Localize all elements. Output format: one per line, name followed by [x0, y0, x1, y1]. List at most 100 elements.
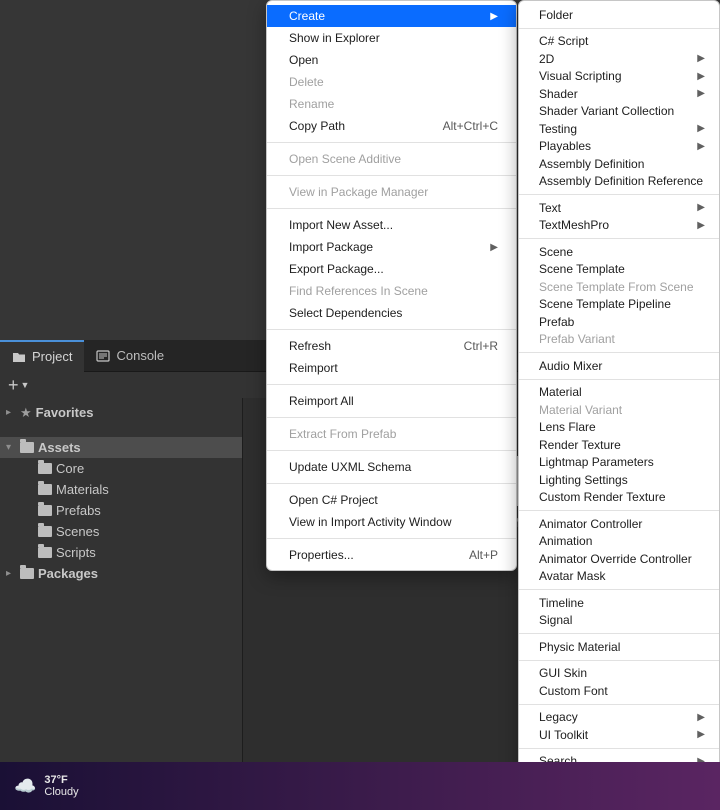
chevron-right-icon: ▶: [697, 712, 705, 723]
menu-item-label: Create: [289, 9, 325, 23]
menu-item[interactable]: Folder: [519, 6, 719, 24]
menu-item-label: Scene Template Pipeline: [539, 297, 671, 311]
menu-item: Material Variant: [519, 401, 719, 419]
menu-item[interactable]: Update UXML Schema: [267, 456, 516, 478]
tree-favorites[interactable]: ▸ ★ Favorites: [0, 402, 242, 423]
menu-item[interactable]: Animation: [519, 533, 719, 551]
menu-item[interactable]: C# Script: [519, 33, 719, 51]
chevron-right-icon: ▶: [490, 242, 498, 253]
menu-item[interactable]: Playables▶: [519, 138, 719, 156]
menu-item[interactable]: Assembly Definition Reference: [519, 173, 719, 191]
chevron-right-icon: ▶: [697, 202, 705, 213]
context-menu: Create▶Show in ExplorerOpenDeleteRenameC…: [266, 0, 517, 571]
tree-item[interactable]: Core: [0, 458, 242, 479]
menu-item[interactable]: Custom Render Texture: [519, 489, 719, 507]
menu-item[interactable]: Legacy▶: [519, 709, 719, 727]
menu-item[interactable]: Avatar Mask: [519, 568, 719, 586]
chevron-right-icon: ▶: [697, 220, 705, 231]
menu-item[interactable]: Lightmap Parameters: [519, 454, 719, 472]
menu-item: Delete: [267, 71, 516, 93]
star-icon: ★: [20, 405, 32, 421]
menu-item[interactable]: Physic Material: [519, 638, 719, 656]
menu-item-label: Properties...: [289, 548, 354, 562]
folder-icon: [38, 526, 52, 537]
create-submenu: FolderC# Script2D▶Visual Scripting▶Shade…: [518, 0, 720, 810]
menu-item-label: C# Script: [539, 34, 588, 48]
menu-item[interactable]: View in Import Activity Window: [267, 511, 516, 533]
menu-item[interactable]: Scene Template Pipeline: [519, 296, 719, 314]
menu-item-label: Testing: [539, 122, 577, 136]
menu-item-label: Text: [539, 201, 561, 215]
menu-item[interactable]: Select Dependencies: [267, 302, 516, 324]
menu-item-label: Custom Font: [539, 684, 608, 698]
menu-item-label: Show in Explorer: [289, 31, 380, 45]
menu-item[interactable]: Create▶: [267, 5, 516, 27]
tab-project[interactable]: Project: [0, 340, 84, 372]
expand-arrow-icon: ▸: [6, 407, 16, 418]
menu-item[interactable]: Scene Template: [519, 261, 719, 279]
taskbar-weather[interactable]: ☁️ 37°F Cloudy: [14, 774, 79, 798]
tree-item[interactable]: Scripts: [0, 542, 242, 563]
menu-item[interactable]: Testing▶: [519, 120, 719, 138]
menu-item-label: Custom Render Texture: [539, 490, 666, 504]
menu-item[interactable]: Visual Scripting▶: [519, 68, 719, 86]
menu-item[interactable]: Import Package▶: [267, 236, 516, 258]
menu-item[interactable]: Export Package...: [267, 258, 516, 280]
menu-item[interactable]: Show in Explorer: [267, 27, 516, 49]
menu-item[interactable]: TextMeshPro▶: [519, 217, 719, 235]
tree-item[interactable]: Prefabs: [0, 500, 242, 521]
add-button[interactable]: + ▼: [8, 375, 29, 396]
tab-console-label: Console: [116, 348, 164, 363]
menu-separator: [519, 633, 719, 634]
menu-item[interactable]: Import New Asset...: [267, 214, 516, 236]
folder-icon: [38, 547, 52, 558]
menu-separator: [519, 194, 719, 195]
menu-item[interactable]: Audio Mixer: [519, 357, 719, 375]
menu-item[interactable]: Render Texture: [519, 436, 719, 454]
menu-item-label: Update UXML Schema: [289, 460, 411, 474]
menu-item: Scene Template From Scene: [519, 278, 719, 296]
chevron-right-icon: ▶: [697, 729, 705, 740]
project-icon: [12, 350, 26, 364]
tree-packages[interactable]: ▸ Packages: [0, 563, 242, 584]
menu-item[interactable]: RefreshCtrl+R: [267, 335, 516, 357]
menu-item[interactable]: 2D▶: [519, 50, 719, 68]
menu-separator: [267, 538, 516, 539]
menu-item[interactable]: Open C# Project: [267, 489, 516, 511]
menu-item[interactable]: Material: [519, 384, 719, 402]
menu-item[interactable]: UI Toolkit▶: [519, 726, 719, 744]
menu-separator: [519, 704, 719, 705]
tab-console[interactable]: Console: [84, 340, 176, 372]
menu-item-label: Visual Scripting: [539, 69, 622, 83]
menu-item[interactable]: Prefab: [519, 313, 719, 331]
tree-item[interactable]: Scenes: [0, 521, 242, 542]
tree-assets[interactable]: ▾ Assets: [0, 437, 242, 458]
menu-item[interactable]: GUI Skin: [519, 665, 719, 683]
menu-item[interactable]: Text ▶: [519, 199, 719, 217]
menu-item[interactable]: Shader▶: [519, 85, 719, 103]
menu-item[interactable]: Copy PathAlt+Ctrl+C: [267, 115, 516, 137]
menu-item[interactable]: Open: [267, 49, 516, 71]
tree-item-label: Core: [56, 461, 84, 476]
menu-item[interactable]: Reimport All: [267, 390, 516, 412]
menu-item-label: Signal: [539, 613, 572, 627]
menu-item[interactable]: Animator Override Controller: [519, 550, 719, 568]
menu-item[interactable]: Reimport: [267, 357, 516, 379]
menu-item[interactable]: Lens Flare: [519, 419, 719, 437]
menu-item[interactable]: Signal: [519, 612, 719, 630]
menu-item[interactable]: Lighting Settings: [519, 471, 719, 489]
menu-item-shortcut: Alt+Ctrl+C: [443, 119, 498, 133]
menu-item[interactable]: Shader Variant Collection: [519, 103, 719, 121]
tree-item-label: Scenes: [56, 524, 99, 539]
menu-item-label: Render Texture: [539, 438, 621, 452]
menu-item[interactable]: Assembly Definition: [519, 155, 719, 173]
menu-item[interactable]: Timeline: [519, 594, 719, 612]
menu-item[interactable]: Custom Font: [519, 682, 719, 700]
menu-item-label: Timeline: [539, 596, 584, 610]
menu-item-label: Open C# Project: [289, 493, 378, 507]
menu-item[interactable]: Animator Controller: [519, 515, 719, 533]
menu-item[interactable]: Scene: [519, 243, 719, 261]
tree-assets-label: Assets: [38, 440, 81, 455]
tree-item[interactable]: Materials: [0, 479, 242, 500]
menu-item[interactable]: Properties...Alt+P: [267, 544, 516, 566]
